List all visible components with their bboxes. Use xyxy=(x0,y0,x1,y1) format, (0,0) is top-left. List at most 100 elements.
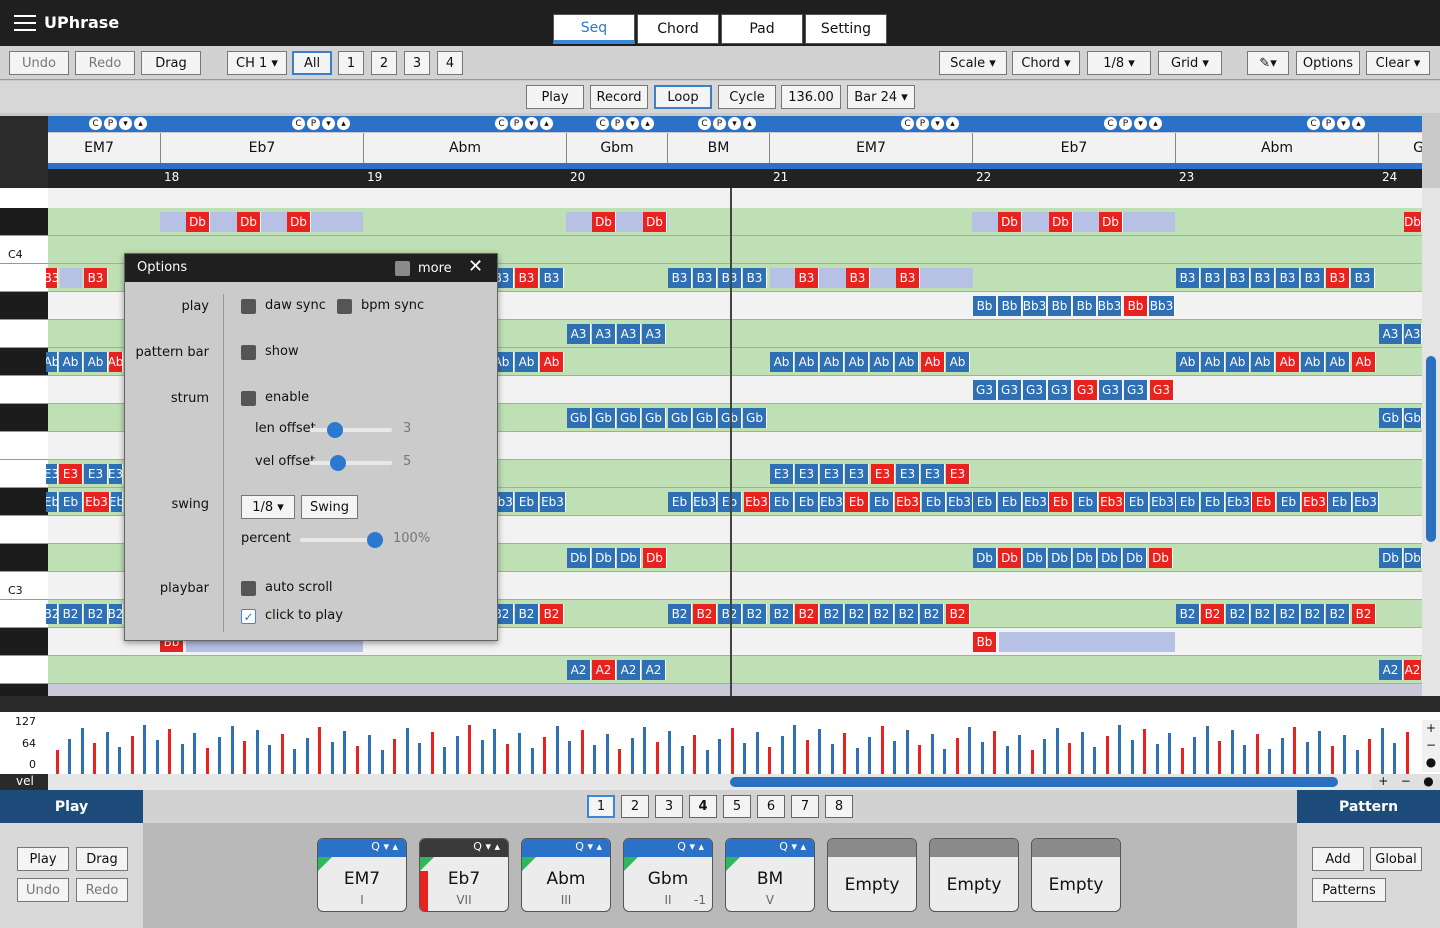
velocity-bar[interactable] xyxy=(1293,727,1296,774)
chord-icon-group[interactable]: C P ▾ ▴ xyxy=(698,117,756,130)
velocity-bar[interactable] xyxy=(743,743,746,774)
note[interactable]: Eb3 xyxy=(1150,492,1176,512)
velocity-bar[interactable] xyxy=(268,745,271,774)
note[interactable]: Ab xyxy=(795,352,819,372)
p-icon[interactable]: P xyxy=(1322,117,1335,130)
note[interactable]: Eb xyxy=(795,492,819,512)
note[interactable]: G3 xyxy=(1048,380,1072,400)
velocity-bar[interactable] xyxy=(418,743,421,774)
note[interactable]: Eb xyxy=(1201,492,1225,512)
velocity-bar[interactable] xyxy=(1081,732,1084,774)
record-button[interactable]: Record xyxy=(590,85,648,109)
piano-key[interactable] xyxy=(0,628,48,656)
note[interactable]: G3 xyxy=(1099,380,1123,400)
note[interactable]: B2 xyxy=(946,604,970,624)
velocity-bar[interactable] xyxy=(1306,742,1309,774)
pattern-card-empty[interactable]: Empty xyxy=(929,838,1019,912)
zoom-out-icon[interactable]: − xyxy=(1422,737,1440,754)
piano-key[interactable] xyxy=(0,320,48,348)
note[interactable]: Db xyxy=(1048,548,1072,568)
velocity-bar[interactable] xyxy=(818,729,821,774)
card-icons[interactable]: Q ▾ ▴ xyxy=(575,840,602,853)
note[interactable]: Db xyxy=(1049,212,1073,232)
vertical-scroll-thumb[interactable] xyxy=(1426,356,1436,542)
bpm-sync-checkbox[interactable] xyxy=(337,299,352,314)
note[interactable]: B2 xyxy=(1276,604,1300,624)
velocity-bar[interactable] xyxy=(856,748,859,774)
down-icon[interactable]: ▾ xyxy=(1134,117,1147,130)
down-icon[interactable]: ▾ xyxy=(728,117,741,130)
note[interactable]: A3 xyxy=(592,324,616,344)
note[interactable]: B3 xyxy=(846,268,870,288)
down-icon[interactable]: ▾ xyxy=(322,117,335,130)
piano-key[interactable] xyxy=(0,684,48,696)
down-icon[interactable]: ▾ xyxy=(525,117,538,130)
chord-icon-group[interactable]: C P ▾ ▴ xyxy=(292,117,350,130)
velocity-bar[interactable] xyxy=(56,750,59,774)
piano-key[interactable] xyxy=(0,516,48,544)
velocity-bar[interactable] xyxy=(293,749,296,774)
tab-pad[interactable]: Pad xyxy=(721,14,803,44)
global-pattern-button[interactable]: Global xyxy=(1370,847,1422,871)
note[interactable]: Bb xyxy=(998,296,1022,316)
velocity-bar[interactable] xyxy=(693,735,696,774)
note[interactable]: Db xyxy=(186,212,210,232)
add-pattern-button[interactable]: Add xyxy=(1312,847,1364,871)
more-checkbox[interactable] xyxy=(395,261,410,276)
note[interactable]: B2 xyxy=(1176,604,1200,624)
note[interactable]: Db xyxy=(973,548,997,568)
velocity-bar[interactable] xyxy=(1118,725,1121,774)
velocity-bar[interactable] xyxy=(431,732,434,774)
pattern-page-7[interactable]: 7 xyxy=(791,795,819,818)
up-icon[interactable]: ▴ xyxy=(134,117,147,130)
velocity-bar[interactable] xyxy=(481,740,484,774)
note[interactable]: E3 xyxy=(946,464,970,484)
velocity-bar[interactable] xyxy=(843,733,846,774)
note[interactable]: Gb xyxy=(617,408,641,428)
piano-key[interactable] xyxy=(0,264,48,292)
piano-key[interactable] xyxy=(0,376,48,404)
velocity-bar[interactable] xyxy=(731,728,734,774)
velocity-bar[interactable] xyxy=(1268,749,1271,774)
pattern-card[interactable]: Q ▾ ▴ Abm III xyxy=(521,838,611,912)
note[interactable]: Db xyxy=(592,548,616,568)
c-icon[interactable]: C xyxy=(698,117,711,130)
note[interactable]: Db xyxy=(643,548,667,568)
chord-icon-group[interactable]: C P ▾ ▴ xyxy=(596,117,654,130)
note[interactable]: Ab xyxy=(109,352,123,372)
down-icon[interactable]: ▾ xyxy=(626,117,639,130)
velocity-bar[interactable] xyxy=(156,740,159,774)
note[interactable]: Db xyxy=(1099,212,1123,232)
vertical-scrollbar[interactable] xyxy=(1422,188,1440,696)
note[interactable]: Ab xyxy=(946,352,970,372)
auto-scroll-checkbox[interactable] xyxy=(241,581,256,596)
velocity-bar[interactable] xyxy=(781,736,784,774)
horizontal-scroll-thumb[interactable] xyxy=(730,777,1338,787)
note[interactable]: Ab xyxy=(1251,352,1275,372)
note[interactable]: B2 xyxy=(795,604,819,624)
note[interactable]: Db xyxy=(237,212,261,232)
pattern-page-8[interactable]: 8 xyxy=(825,795,853,818)
velocity-bar[interactable] xyxy=(256,730,259,774)
note[interactable]: Eb3 xyxy=(1099,492,1125,512)
piano-key[interactable] xyxy=(0,488,48,516)
note[interactable]: A2 xyxy=(592,660,616,680)
note[interactable]: A2 xyxy=(1404,660,1422,680)
piano-key[interactable] xyxy=(0,460,48,488)
pattern-page-1[interactable]: 1 xyxy=(587,795,615,818)
pattern-page-3[interactable]: 3 xyxy=(655,795,683,818)
up-icon[interactable]: ▴ xyxy=(1149,117,1162,130)
card-icons[interactable]: Q ▾ ▴ xyxy=(371,840,398,853)
pattern-card[interactable]: Q ▾ ▴ BM V xyxy=(725,838,815,912)
velocity-bar[interactable] xyxy=(831,744,834,774)
note[interactable]: E3 xyxy=(109,464,123,484)
note[interactable]: B3 xyxy=(1276,268,1300,288)
velocity-bar[interactable] xyxy=(868,737,871,774)
note[interactable]: Eb3 xyxy=(895,492,921,512)
note[interactable]: Ab xyxy=(1176,352,1200,372)
note[interactable]: Eb xyxy=(59,492,83,512)
note[interactable]: Eb3 xyxy=(744,492,770,512)
velocity-bar[interactable] xyxy=(1056,728,1059,774)
velocity-bar[interactable] xyxy=(993,731,996,774)
velocity-bar[interactable] xyxy=(181,744,184,774)
